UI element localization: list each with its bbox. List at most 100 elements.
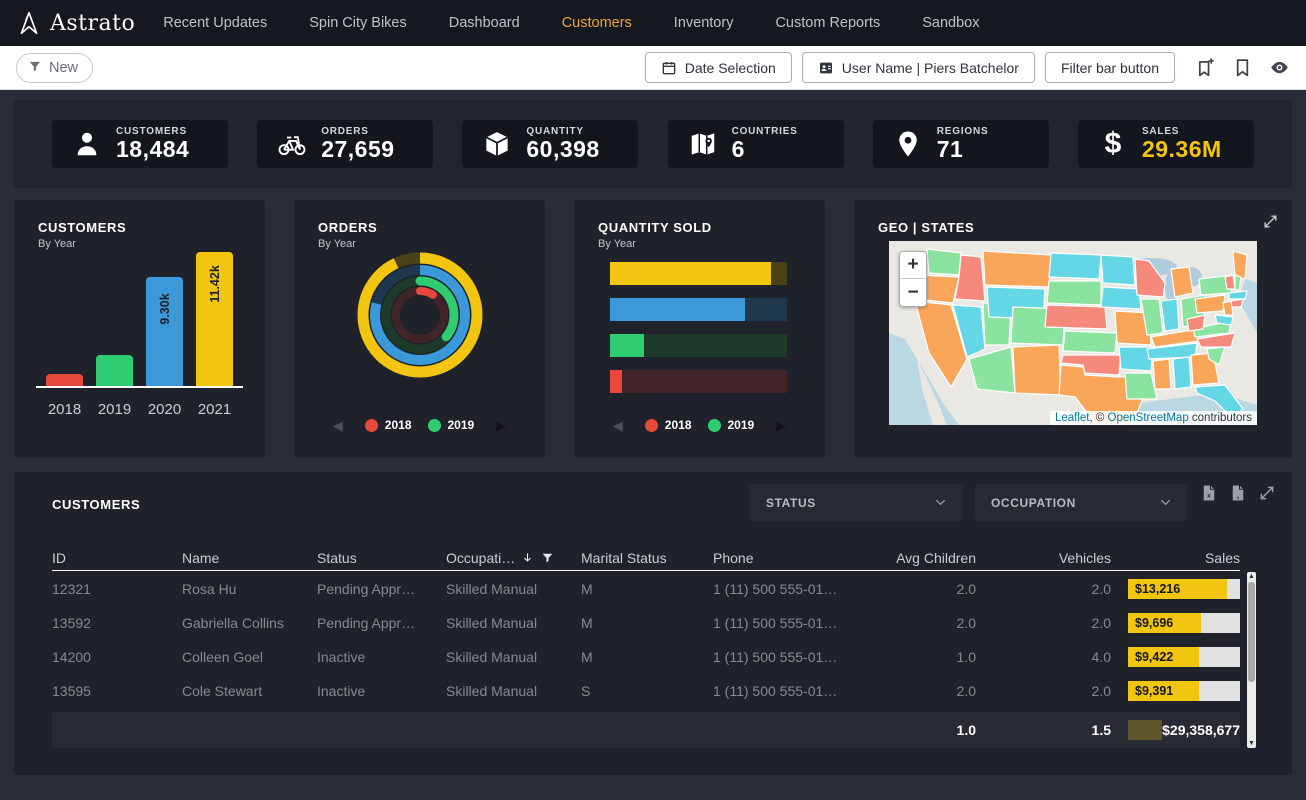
chart-title: QUANTITY SOLD (598, 220, 712, 235)
kpi-text: COUNTRIES6 (732, 126, 798, 161)
zoom-in-button[interactable]: + (900, 252, 926, 279)
cell-phone: 1 (11) 500 555-01… (713, 649, 881, 665)
eye-icon[interactable] (1269, 57, 1290, 78)
cell-phone: 1 (11) 500 555-01… (713, 683, 881, 699)
legend-label: 2018 (385, 418, 412, 432)
column-header-vehicles[interactable]: Vehicles (976, 550, 1111, 566)
cell-occupation: Skilled Manual (446, 615, 581, 631)
date-selection-button[interactable]: Date Selection (645, 52, 792, 83)
cell-name: Rosa Hu (182, 581, 317, 597)
cell-status: Pending Appr… (317, 581, 446, 597)
leaflet-link[interactable]: Leaflet (1055, 412, 1090, 424)
filter-toolbar: New Date Selection User Name | Piers Batc… (0, 46, 1306, 90)
cell-phone: 1 (11) 500 555-01… (713, 581, 881, 597)
next-year-arrow[interactable]: ▶ (496, 419, 506, 432)
cell-sales: $9,391 (1111, 681, 1240, 701)
expand-icon[interactable] (1262, 213, 1279, 230)
column-header-occupati-[interactable]: Occupati… (446, 550, 581, 566)
kpi-text: CUSTOMERS18,484 (116, 126, 189, 161)
table-row[interactable]: 13592Gabriella CollinsPending Appr…Skill… (52, 606, 1240, 640)
nav-item-spin-city-bikes[interactable]: Spin City Bikes (309, 15, 407, 31)
progress-fill-2021 (610, 262, 771, 285)
bar-2018[interactable] (46, 374, 83, 386)
toolbar-icons (1195, 57, 1290, 78)
column-header-name[interactable]: Name (182, 550, 317, 566)
cell-name: Cole Stewart (182, 683, 317, 699)
status-filter-dropdown[interactable]: STATUS (750, 484, 962, 521)
nav-item-sandbox[interactable]: Sandbox (922, 15, 979, 31)
kpi-value: 29.36M (1142, 137, 1222, 161)
table-scrollbar[interactable]: ▲ ▼ (1247, 572, 1256, 748)
button-label: Filter bar button (1061, 60, 1159, 76)
column-header-avg-children[interactable]: Avg Children (881, 550, 976, 566)
user-name-piers-batchelor-button[interactable]: User Name | Piers Batchelor (802, 52, 1035, 83)
nav-item-recent-updates[interactable]: Recent Updates (163, 15, 267, 31)
sales-data-bar: $9,391 (1128, 681, 1240, 701)
progress-track-2018 (610, 370, 787, 393)
button-label: Date Selection (685, 60, 776, 76)
sort-descending-icon[interactable] (521, 551, 535, 565)
legend-item-2019[interactable]: 2019 (428, 418, 475, 432)
column-header-phone[interactable]: Phone (713, 550, 881, 566)
cell-vehicles: 4.0 (976, 649, 1111, 665)
cell-marital-status: S (581, 683, 713, 699)
occupation-filter-dropdown[interactable]: OCCUPATION (975, 484, 1187, 521)
calendar-icon (661, 60, 677, 76)
kpi-card-customers: CUSTOMERS18,484 (52, 120, 228, 168)
column-filter-icon[interactable] (541, 551, 554, 564)
sales-value: $9,696 (1135, 616, 1173, 630)
brand[interactable]: Astrato (16, 9, 135, 37)
nav-item-custom-reports[interactable]: Custom Reports (775, 15, 880, 31)
cell-name: Colleen Goel (182, 649, 317, 665)
column-header-sales[interactable]: Sales (1111, 550, 1240, 566)
legend-item-2019[interactable]: 2019 (708, 418, 755, 432)
nav-item-dashboard[interactable]: Dashboard (449, 15, 520, 31)
cell-phone: 1 (11) 500 555-01… (713, 615, 881, 631)
customers-bar-chart-panel: CUSTOMERS By Year 9.30k11.42k 2018201920… (14, 200, 265, 458)
sales-data-bar: $9,422 (1128, 647, 1240, 667)
zoom-out-button[interactable]: − (900, 279, 926, 306)
column-header-id[interactable]: ID (52, 550, 182, 566)
filter-bar-button-button[interactable]: Filter bar button (1045, 52, 1175, 83)
bar-2021[interactable]: 11.42k (196, 252, 233, 386)
column-header-marital-status[interactable]: Marital Status (581, 550, 713, 566)
progress-bars (610, 262, 787, 406)
next-year-arrow[interactable]: ▶ (776, 419, 786, 432)
expand-icon[interactable] (1258, 484, 1276, 502)
scrollbar-thumb[interactable] (1248, 582, 1255, 682)
bicycle-icon (271, 129, 313, 159)
legend-item-2018[interactable]: 2018 (645, 418, 692, 432)
file-icon[interactable]: , (1229, 484, 1247, 502)
bookmark-icon[interactable] (1232, 57, 1253, 78)
prev-year-arrow[interactable]: ◀ (613, 419, 623, 432)
sales-data-bar: $9,696 (1128, 613, 1240, 633)
nav-item-customers[interactable]: Customers (562, 15, 632, 31)
excel-icon[interactable]: x (1200, 484, 1218, 502)
kpi-value: 27,659 (321, 137, 394, 161)
table-row[interactable]: 14200Colleen GoelInactiveSkilled ManualM… (52, 640, 1240, 674)
table-row[interactable]: 13595Cole StewartInactiveSkilled ManualS… (52, 674, 1240, 708)
sales-data-bar: $13,216 (1128, 579, 1240, 599)
new-filter-button[interactable]: New (16, 53, 93, 83)
cell-id: 13595 (52, 683, 182, 699)
svg-text:,: , (1237, 491, 1239, 500)
x-tick-2019: 2019 (96, 401, 133, 418)
nav-item-inventory[interactable]: Inventory (674, 15, 734, 31)
year-legend: ◀ 2018 2019 ▶ (294, 418, 545, 432)
table-row[interactable]: 12321Rosa HuPending Appr…Skilled ManualM… (52, 572, 1240, 606)
chevron-down-icon (933, 495, 948, 510)
legend-item-2018[interactable]: 2018 (365, 418, 412, 432)
cell-marital-status: M (581, 649, 713, 665)
bar-2020[interactable]: 9.30k (146, 277, 183, 386)
osm-link[interactable]: OpenStreetMap (1108, 412, 1189, 424)
prev-year-arrow[interactable]: ◀ (333, 419, 343, 432)
column-header-status[interactable]: Status (317, 550, 446, 566)
bar-value-label: 11.42k (208, 265, 222, 303)
bar-2019[interactable] (96, 355, 133, 386)
us-states-choropleth-map[interactable]: + − Leaflet, © OpenStreetMap contributor… (889, 241, 1257, 425)
year-legend: ◀ 2018 2019 ▶ (574, 418, 825, 432)
bookmark-add-icon[interactable] (1195, 57, 1216, 78)
cell-avg-children: 2.0 (881, 615, 976, 631)
cell-status: Inactive (317, 683, 446, 699)
geo-states-panel: GEO | STATES (854, 200, 1292, 458)
